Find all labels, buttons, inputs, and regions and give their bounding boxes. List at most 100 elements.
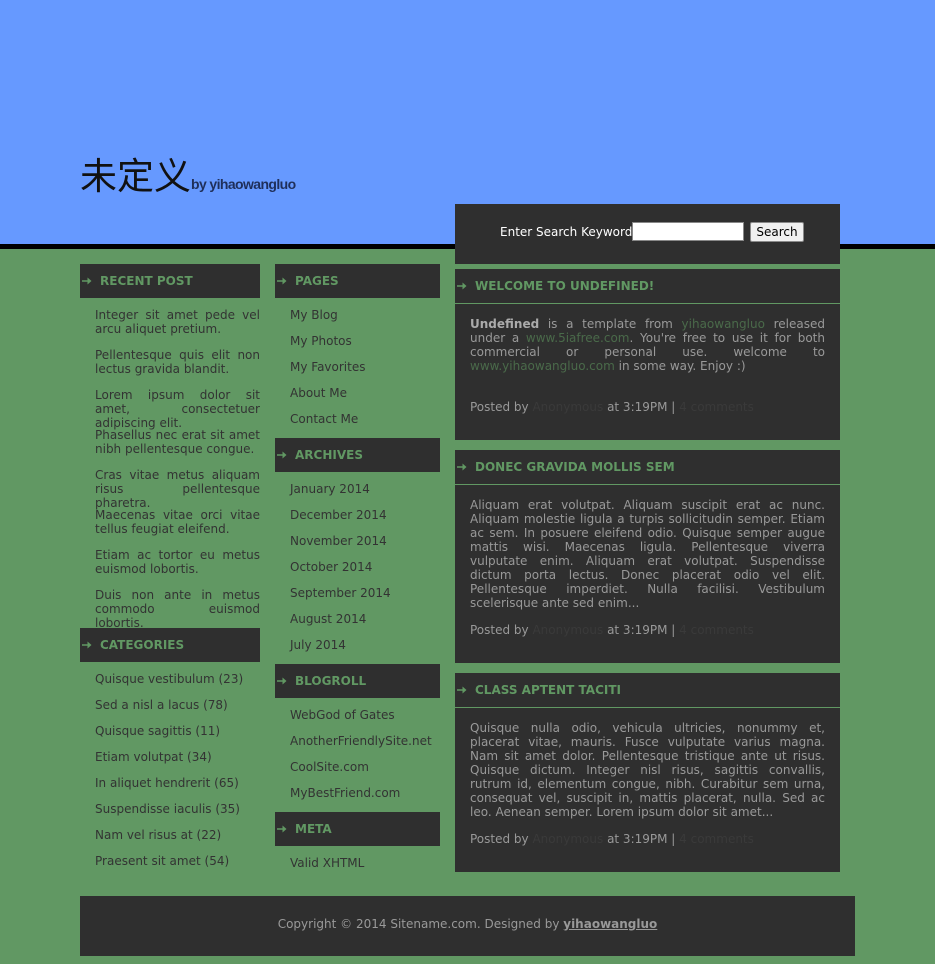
recent-post-item[interactable]: Lorem ipsum dolor sit amet, consectetuer… bbox=[95, 388, 260, 430]
category-item[interactable]: Nam vel risus at (22) bbox=[95, 828, 243, 854]
posted-by-label: Posted by bbox=[470, 623, 529, 637]
post-body: Aliquam erat volutpat. Aliquam suscipit … bbox=[470, 498, 825, 610]
archives-heading: ARCHIVES bbox=[275, 438, 440, 472]
categories-heading-label: CATEGORIES bbox=[100, 638, 185, 652]
comments-link[interactable]: 4 comments bbox=[679, 623, 754, 637]
post-bold-text: Undefined bbox=[470, 317, 540, 331]
arrow-right-icon bbox=[277, 676, 287, 686]
post-title-text: DONEC GRAVIDA MOLLIS SEM bbox=[475, 460, 675, 474]
pages-list: My Blog My Photos My Favorites About Me … bbox=[290, 308, 365, 438]
site-title-text: 未定义 bbox=[80, 155, 191, 198]
post-title[interactable]: DONEC GRAVIDA MOLLIS SEM bbox=[455, 450, 840, 485]
archive-link[interactable]: July 2014 bbox=[290, 638, 391, 664]
meta-list: Valid XHTML bbox=[290, 856, 364, 882]
author-link[interactable]: Anonymous bbox=[532, 400, 603, 414]
post-link[interactable]: yihaowangluo bbox=[682, 317, 765, 331]
post-time: at 3:19PM | bbox=[607, 623, 676, 637]
pages-heading-label: PAGES bbox=[295, 274, 339, 288]
meta-link[interactable]: Valid XHTML bbox=[290, 856, 364, 882]
recent-post-heading-label: RECENT POST bbox=[100, 274, 193, 288]
post-meta: Posted by Anonymous at 3:19PM | 4 commen… bbox=[470, 623, 754, 637]
archive-link[interactable]: November 2014 bbox=[290, 534, 391, 560]
archive-link[interactable]: January 2014 bbox=[290, 482, 391, 508]
blogroll-link[interactable]: CoolSite.com bbox=[290, 760, 432, 786]
posted-by-label: Posted by bbox=[470, 400, 529, 414]
blogroll-list: WebGod of Gates AnotherFriendlySite.net … bbox=[290, 708, 432, 812]
arrow-right-icon bbox=[457, 281, 467, 291]
blogroll-link[interactable]: WebGod of Gates bbox=[290, 708, 432, 734]
page-link[interactable]: My Blog bbox=[290, 308, 365, 334]
arrow-right-icon bbox=[457, 462, 467, 472]
category-item[interactable]: In aliquet hendrerit (65) bbox=[95, 776, 243, 802]
post-title[interactable]: CLASS APTENT TACITI bbox=[455, 673, 840, 708]
archive-link[interactable]: September 2014 bbox=[290, 586, 391, 612]
recent-post-item[interactable]: Pellentesque quis elit non lectus gravid… bbox=[95, 348, 260, 376]
categories-heading: CATEGORIES bbox=[80, 628, 260, 662]
category-item[interactable]: Sed a nisl a lacus (78) bbox=[95, 698, 243, 724]
page-link[interactable]: About Me bbox=[290, 386, 365, 412]
arrow-right-icon bbox=[82, 640, 92, 650]
author-link[interactable]: Anonymous bbox=[532, 623, 603, 637]
recent-post-item[interactable]: Duis non ante in metus commodo euismod l… bbox=[95, 588, 260, 630]
page-link[interactable]: Contact Me bbox=[290, 412, 365, 438]
post-body: Quisque nulla odio, vehicula ultricies, … bbox=[470, 721, 825, 819]
post-link[interactable]: www.yihaowangluo.com bbox=[470, 359, 615, 373]
meta-heading-label: META bbox=[295, 822, 332, 836]
recent-post-item[interactable]: Cras vitae metus aliquam risus pellentes… bbox=[95, 468, 260, 510]
arrow-right-icon bbox=[277, 276, 287, 286]
search-box: Enter Search Keyword: Search bbox=[455, 204, 840, 264]
archives-heading-label: ARCHIVES bbox=[295, 448, 363, 462]
comments-link[interactable]: 4 comments bbox=[679, 400, 754, 414]
recent-post-item[interactable]: Maecenas vitae orci vitae tellus feugiat… bbox=[95, 508, 260, 536]
post-meta: Posted by Anonymous at 3:19PM | 4 commen… bbox=[470, 400, 754, 414]
recent-post-item[interactable]: Phasellus nec erat sit amet nibh pellent… bbox=[95, 428, 260, 456]
category-item[interactable]: Suspendisse iaculis (35) bbox=[95, 802, 243, 828]
search-label: Enter Search Keyword: bbox=[500, 225, 637, 239]
site-byline: by yihaowangluo bbox=[191, 176, 296, 192]
footer-designer-link[interactable]: yihaowangluo bbox=[563, 917, 657, 931]
recent-post-item[interactable]: Integer sit amet pede vel arcu aliquet p… bbox=[95, 308, 260, 336]
recent-post-list: Integer sit amet pede vel arcu aliquet p… bbox=[95, 308, 260, 630]
post-card: WELCOME TO UNDEFINED! Undefined is a tem… bbox=[455, 269, 840, 440]
search-button[interactable]: Search bbox=[750, 222, 804, 242]
post-title-text: CLASS APTENT TACITI bbox=[475, 683, 621, 697]
arrow-right-icon bbox=[277, 450, 287, 460]
archives-list: January 2014 December 2014 November 2014… bbox=[290, 482, 391, 664]
footer-copyright: Copyright © 2014 Sitename.com. Designed … bbox=[277, 917, 564, 931]
post-text: is a template from bbox=[539, 317, 682, 331]
blogroll-link[interactable]: MyBestFriend.com bbox=[290, 786, 432, 812]
category-item[interactable]: Quisque vestibulum (23) bbox=[95, 672, 243, 698]
category-item[interactable]: Etiam volutpat (34) bbox=[95, 750, 243, 776]
search-input[interactable] bbox=[632, 222, 744, 241]
blogroll-heading: BLOGROLL bbox=[275, 664, 440, 698]
comments-link[interactable]: 4 comments bbox=[679, 832, 754, 846]
post-time: at 3:19PM | bbox=[607, 832, 676, 846]
site-title[interactable]: 未定义by yihaowangluo bbox=[80, 146, 296, 200]
archive-link[interactable]: October 2014 bbox=[290, 560, 391, 586]
post-card: DONEC GRAVIDA MOLLIS SEM Aliquam erat vo… bbox=[455, 450, 840, 663]
pages-heading: PAGES bbox=[275, 264, 440, 298]
post-link[interactable]: www.5iafree.com bbox=[526, 331, 630, 345]
post-title[interactable]: WELCOME TO UNDEFINED! bbox=[455, 269, 840, 304]
recent-post-item[interactable]: Etiam ac tortor eu metus euismod loborti… bbox=[95, 548, 260, 576]
author-link[interactable]: Anonymous bbox=[532, 832, 603, 846]
arrow-right-icon bbox=[457, 685, 467, 695]
recent-post-heading: RECENT POST bbox=[80, 264, 260, 298]
post-title-text: WELCOME TO UNDEFINED! bbox=[475, 279, 655, 293]
blogroll-link[interactable]: AnotherFriendlySite.net bbox=[290, 734, 432, 760]
category-item[interactable]: Quisque sagittis (11) bbox=[95, 724, 243, 750]
post-meta: Posted by Anonymous at 3:19PM | 4 commen… bbox=[470, 832, 754, 846]
category-item[interactable]: Praesent sit amet (54) bbox=[95, 854, 243, 880]
archive-link[interactable]: December 2014 bbox=[290, 508, 391, 534]
posted-by-label: Posted by bbox=[470, 832, 529, 846]
post-body: Undefined is a template from yihaowanglu… bbox=[455, 304, 840, 373]
meta-heading: META bbox=[275, 812, 440, 846]
categories-list: Quisque vestibulum (23) Sed a nisl a lac… bbox=[95, 672, 243, 880]
page-link[interactable]: My Photos bbox=[290, 334, 365, 360]
arrow-right-icon bbox=[82, 276, 92, 286]
archive-link[interactable]: August 2014 bbox=[290, 612, 391, 638]
post-card: CLASS APTENT TACITI Quisque nulla odio, … bbox=[455, 673, 840, 872]
page-link[interactable]: My Favorites bbox=[290, 360, 365, 386]
blogroll-heading-label: BLOGROLL bbox=[295, 674, 367, 688]
post-time: at 3:19PM | bbox=[607, 400, 676, 414]
